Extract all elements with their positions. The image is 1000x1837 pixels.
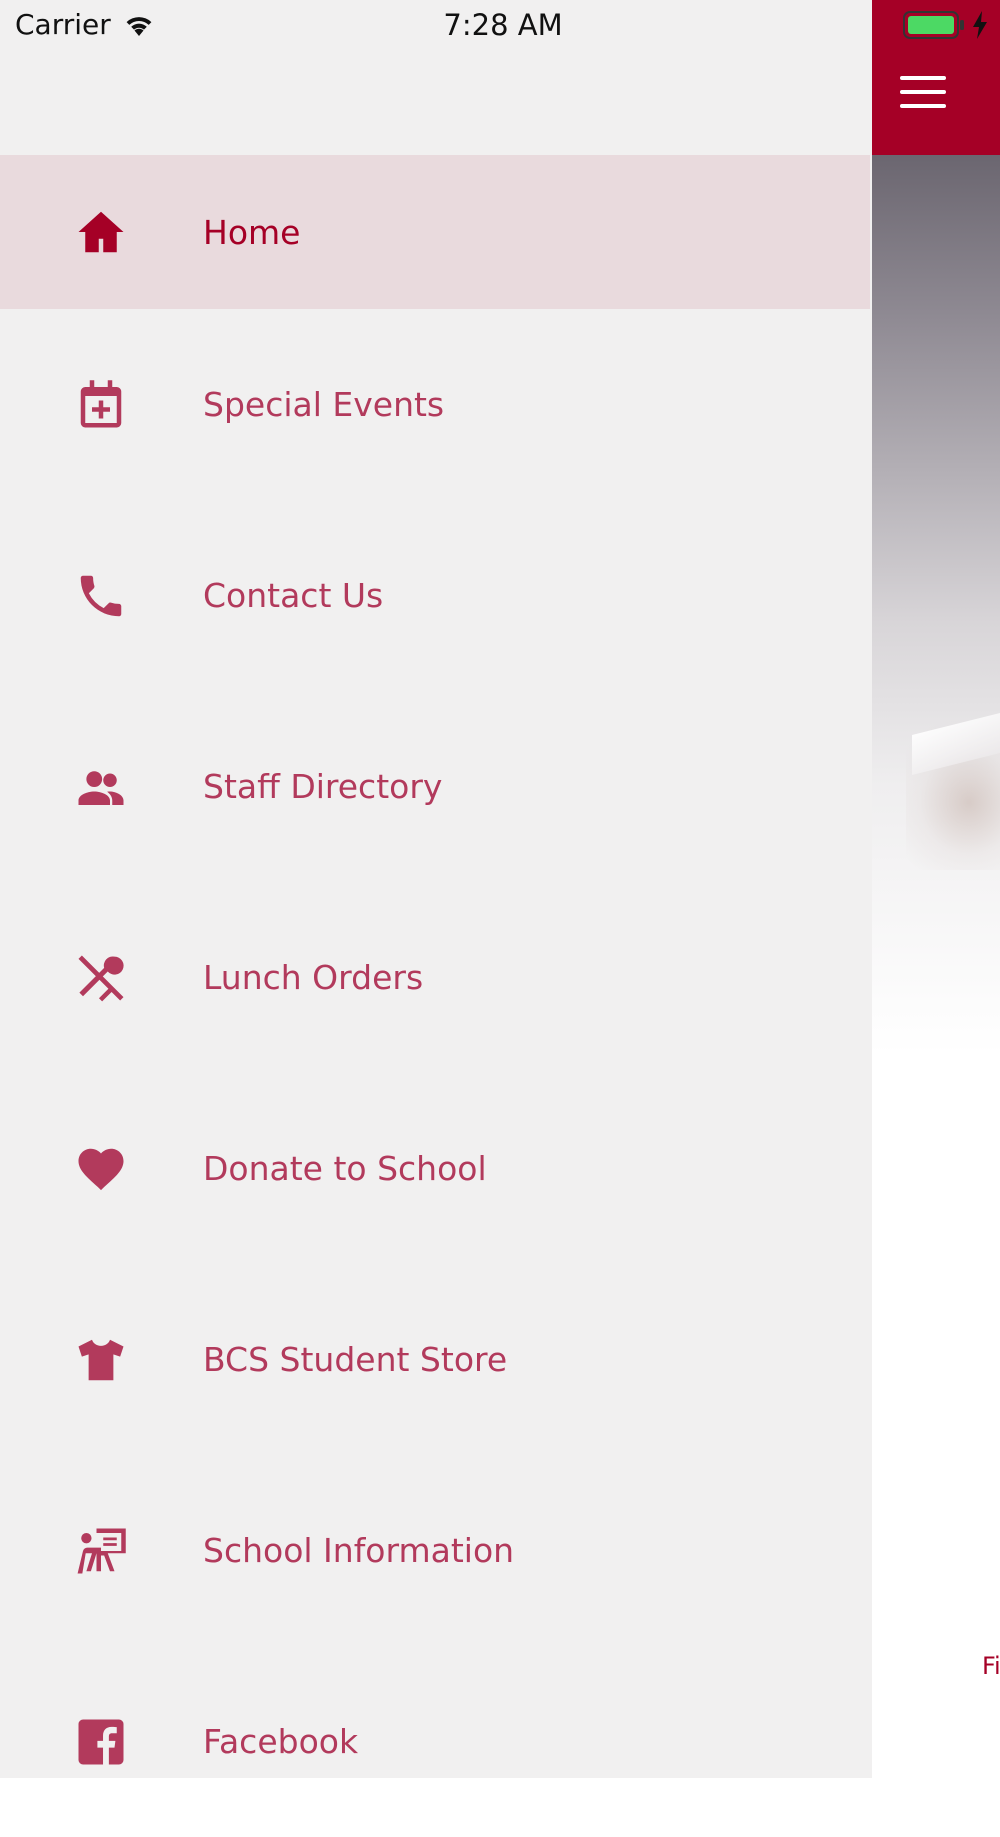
drawer-item-facebook[interactable]: Facebook — [0, 1646, 870, 1837]
calendar-plus-icon — [74, 378, 128, 432]
drawer-item-label: BCS Student Store — [203, 1340, 508, 1379]
drawer-item-donate-to-school[interactable]: Donate to School — [0, 1073, 870, 1264]
phone-icon — [74, 569, 128, 623]
hamburger-menu-icon[interactable] — [900, 76, 946, 110]
presentation-icon — [74, 1524, 128, 1578]
drawer-item-label: School Information — [203, 1531, 515, 1570]
drawer-item-label: Lunch Orders — [203, 958, 424, 997]
drawer-item-contact-us[interactable]: Contact Us — [0, 500, 870, 691]
drawer-item-label: Contact Us — [203, 576, 384, 615]
battery-icon — [903, 10, 965, 44]
status-bar: Carrier 7:28 AM — [0, 0, 1000, 52]
main-content: Fi — [872, 0, 1000, 1778]
heart-icon — [74, 1142, 128, 1196]
tshirt-icon — [74, 1333, 128, 1387]
drawer-menu-list: Home Special Events Contact Us Staff Dir… — [0, 155, 870, 1837]
drawer-item-bcs-student-store[interactable]: BCS Student Store — [0, 1264, 870, 1455]
drawer-item-special-events[interactable]: Special Events — [0, 309, 870, 500]
home-icon — [74, 205, 128, 259]
people-icon — [74, 760, 128, 814]
drawer-item-label: Donate to School — [203, 1149, 487, 1188]
drawer-item-label: Staff Directory — [203, 767, 443, 806]
utensils-icon — [74, 951, 128, 1005]
navigation-drawer: Home Special Events Contact Us Staff Dir… — [0, 0, 872, 1778]
hero-image — [872, 155, 1000, 1055]
drawer-item-school-information[interactable]: School Information — [0, 1455, 870, 1646]
drawer-item-staff-directory[interactable]: Staff Directory — [0, 691, 870, 882]
drawer-item-label: Special Events — [203, 385, 445, 424]
footer-text: Fi — [982, 1652, 1000, 1680]
facebook-icon — [74, 1715, 128, 1769]
drawer-item-label: Facebook — [203, 1722, 359, 1761]
drawer-item-label: Home — [203, 212, 301, 252]
drawer-item-lunch-orders[interactable]: Lunch Orders — [0, 882, 870, 1073]
drawer-item-home[interactable]: Home — [0, 155, 870, 309]
clock: 7:28 AM — [443, 8, 563, 42]
charging-icon — [970, 10, 990, 44]
